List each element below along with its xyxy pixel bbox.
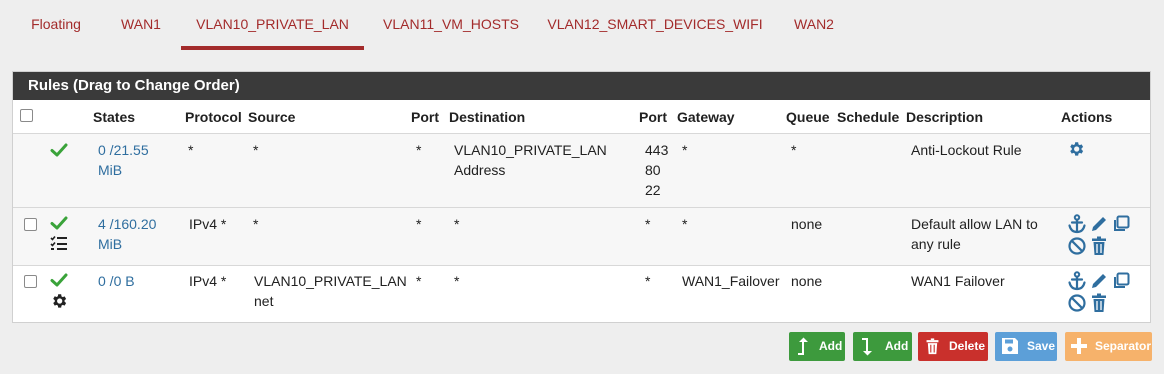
tab-vlan12-smart-devices-wifi[interactable]: VLAN12_SMART_DEVICES_WIFI	[544, 0, 766, 50]
ban-disable-icon[interactable]	[1067, 293, 1087, 313]
source-value: *	[253, 216, 259, 232]
arrow-down-add-icon	[862, 338, 872, 356]
gateway-value: WAN1_Failover	[682, 273, 780, 289]
gateway-value: *	[682, 216, 688, 232]
header-queue[interactable]: Queue	[786, 107, 830, 127]
states-link[interactable]: 4 /160.20	[98, 214, 156, 234]
header-destination[interactable]: Destination	[449, 107, 525, 127]
header-description[interactable]: Description	[906, 107, 983, 127]
select-all-checkbox[interactable]	[20, 109, 33, 122]
dest-port-value: 80	[645, 162, 661, 178]
destination-value: *	[454, 273, 460, 289]
delete-button[interactable]: Delete	[918, 332, 988, 361]
dest-port-value: 443	[645, 142, 669, 158]
copy-icon[interactable]	[1111, 271, 1131, 291]
source-value: VLAN10_PRIVATE_LAN	[254, 273, 407, 289]
trash-delete-icon[interactable]	[1089, 236, 1109, 256]
dest-port-value: *	[645, 216, 651, 232]
description-value: Anti-Lockout Rule	[911, 142, 1022, 158]
save-button[interactable]: Save	[995, 332, 1057, 361]
pencil-edit-icon[interactable]	[1089, 214, 1109, 234]
separator-button[interactable]: Separator	[1065, 332, 1152, 361]
header-actions: Actions	[1061, 109, 1113, 125]
protocol-value: IPv4 *	[189, 273, 227, 289]
floppy-save-icon	[1002, 338, 1018, 354]
dest-port-value: 22	[645, 182, 661, 198]
delete-label: Delete	[949, 339, 986, 353]
separator-label: Separator	[1095, 339, 1152, 353]
check-pass-icon	[50, 143, 68, 157]
source-port-value: *	[416, 142, 422, 158]
description-value: Default allow LAN to	[911, 216, 1038, 232]
gear-advanced-icon	[53, 294, 67, 308]
check-pass-icon	[50, 216, 68, 230]
header-dest-port[interactable]: Port	[639, 107, 667, 127]
gateway-value: *	[682, 142, 688, 158]
states-unit[interactable]: MiB	[98, 234, 122, 254]
interface-tabs: Floating WAN1 VLAN10_PRIVATE_LAN VLAN11_…	[0, 0, 1164, 50]
trash-delete-icon[interactable]	[1089, 293, 1109, 313]
source-port-value: *	[416, 216, 422, 232]
states-link[interactable]: 0 /0 B	[98, 271, 135, 291]
tab-vlan10-private-lan[interactable]: VLAN10_PRIVATE_LAN	[181, 0, 364, 50]
add-top-label: Add	[819, 339, 843, 353]
rules-panel: Rules (Drag to Change Order) States Prot…	[12, 71, 1151, 323]
plus-icon	[1071, 338, 1087, 354]
destination-value-line2: Address	[454, 162, 506, 178]
tab-wan2[interactable]: WAN2	[780, 0, 848, 50]
states-link[interactable]: 0 /21.55	[98, 140, 149, 160]
tab-floating[interactable]: Floating	[18, 0, 94, 50]
description-value-line2: any rule	[911, 236, 961, 252]
destination-value: VLAN10_PRIVATE_LAN	[454, 142, 607, 158]
header-source[interactable]: Source	[248, 107, 295, 127]
source-port-value: *	[416, 273, 422, 289]
save-label: Save	[1027, 339, 1056, 353]
divider	[13, 265, 1150, 266]
tab-vlan11-vm-hosts[interactable]: VLAN11_VM_HOSTS	[372, 0, 530, 50]
source-value: *	[253, 142, 259, 158]
check-pass-icon	[50, 273, 68, 287]
header-port[interactable]: Port	[411, 107, 439, 127]
task-list-icon	[50, 235, 67, 250]
dest-port-value: *	[645, 273, 651, 289]
header-schedule[interactable]: Schedule	[837, 107, 899, 127]
queue-value: none	[791, 216, 823, 232]
pencil-edit-icon[interactable]	[1089, 271, 1109, 291]
tab-wan1[interactable]: WAN1	[108, 0, 174, 50]
queue-value: *	[791, 142, 797, 158]
trash-icon	[926, 338, 939, 355]
gear-icon[interactable]	[1067, 140, 1085, 158]
destination-value: *	[454, 216, 460, 232]
states-unit[interactable]: MiB	[98, 160, 122, 180]
copy-icon[interactable]	[1111, 214, 1131, 234]
protocol-value: IPv4 *	[189, 216, 227, 232]
description-value: WAN1 Failover	[911, 273, 1005, 289]
arrow-up-add-icon	[798, 337, 808, 355]
add-top-button[interactable]: Add	[789, 332, 845, 361]
panel-title: Rules (Drag to Change Order)	[13, 72, 1150, 100]
add-bottom-button[interactable]: Add	[853, 332, 912, 361]
anchor-icon[interactable]	[1067, 271, 1087, 291]
anchor-icon[interactable]	[1067, 214, 1087, 234]
row-select-checkbox[interactable]	[24, 275, 37, 288]
ban-disable-icon[interactable]	[1067, 236, 1087, 256]
protocol-value: *	[188, 142, 194, 158]
add-bottom-label: Add	[885, 339, 909, 353]
header-protocol[interactable]: Protocol	[185, 107, 242, 127]
row-select-checkbox[interactable]	[24, 218, 37, 231]
header-states[interactable]: States	[93, 107, 135, 127]
queue-value: none	[791, 273, 823, 289]
header-gateway[interactable]: Gateway	[677, 107, 735, 127]
source-value-line2: net	[254, 293, 274, 309]
